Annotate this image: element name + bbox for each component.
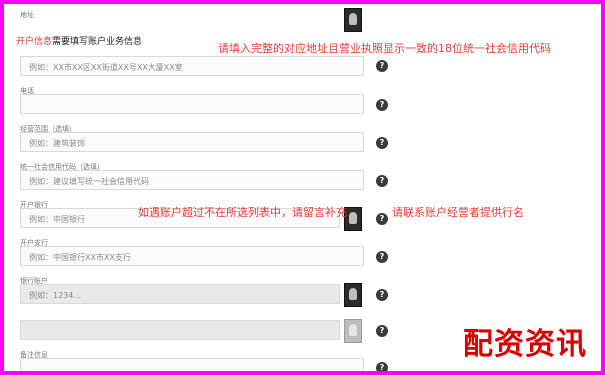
- help-icon[interactable]: ?: [376, 362, 388, 371]
- help-icon[interactable]: ?: [376, 289, 388, 301]
- business-scope-input[interactable]: 例如：建筑装饰: [20, 132, 364, 152]
- screenshot-frame: 地址 开户信息需要填写账户业务信息 例如：XX市XX区XX街道XX号XX大厦XX…: [0, 0, 605, 375]
- help-icon[interactable]: ?: [376, 325, 388, 337]
- help-icon[interactable]: ?: [376, 99, 388, 111]
- help-icon[interactable]: ?: [376, 60, 388, 72]
- annotation-top-right: 请填入完整的对应地址且营业执照显示一致的18位统一社会信用代码: [218, 42, 551, 55]
- help-icon[interactable]: ?: [376, 137, 388, 149]
- help-icon[interactable]: ?: [376, 251, 388, 263]
- account-input[interactable]: 例如：1234...: [20, 284, 340, 304]
- phone-input[interactable]: [20, 94, 364, 114]
- account-thumbnail[interactable]: [344, 283, 362, 307]
- section-title: 开户信息需要填写账户业务信息: [16, 34, 142, 47]
- watermark-text: 配资资讯: [463, 327, 587, 362]
- extra-input[interactable]: [20, 320, 340, 340]
- branch-input[interactable]: 例如：中国银行XX市XX支行: [20, 246, 364, 266]
- credit-code-input[interactable]: 例如：建议填写统一社会信用代码: [20, 170, 364, 190]
- address-label: 地址: [20, 11, 34, 19]
- section-title-highlight: 开户信息: [16, 37, 53, 47]
- address-input[interactable]: 例如：XX市XX区XX街道XX号XX大厦XX室: [20, 56, 364, 76]
- annotation-middle-left: 如遇账户超过不在所选列表中，请留言补充: [138, 206, 347, 219]
- section-title-text: 需要填写账户业务信息: [52, 37, 143, 47]
- help-icon[interactable]: ?: [376, 213, 388, 225]
- remark-input[interactable]: [20, 358, 364, 371]
- upload-thumbnail-top[interactable]: [344, 8, 362, 32]
- extra-thumbnail[interactable]: [344, 319, 362, 343]
- help-icon[interactable]: ?: [376, 175, 388, 187]
- annotation-middle-right: 请联系账户经营者提供行名: [392, 206, 524, 219]
